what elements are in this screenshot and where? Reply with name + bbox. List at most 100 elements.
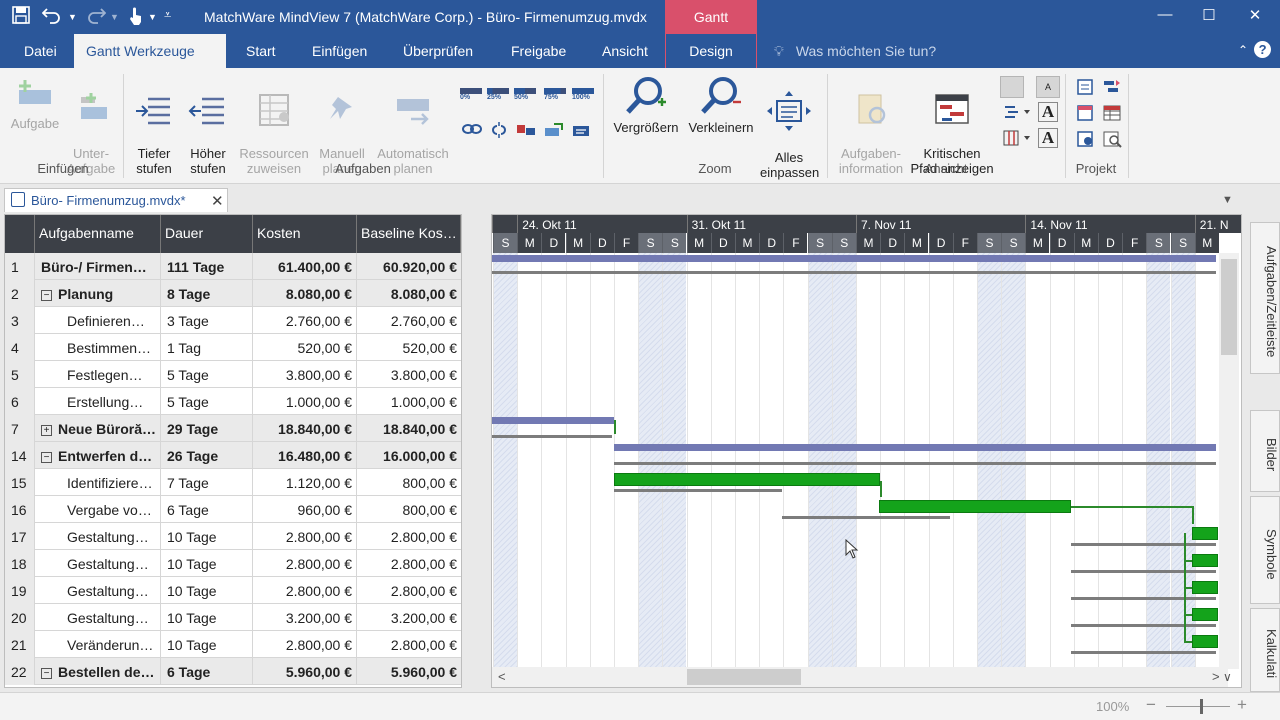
baseline-cost-cell[interactable]: 2.760,00 € [357, 307, 461, 334]
task-name-cell[interactable]: Gestaltung… [35, 523, 161, 550]
baseline-bar[interactable] [492, 271, 1216, 274]
cost-cell[interactable]: 1.000,00 € [253, 388, 357, 415]
duration-cell[interactable]: 8 Tage [161, 280, 253, 307]
task-name-cell[interactable]: Gestaltung… [35, 550, 161, 577]
fit-all-button[interactable]: Alles einpassen [760, 76, 819, 195]
row-number[interactable]: 5 [5, 361, 35, 388]
side-tab-calculation[interactable]: Kalkulati [1250, 608, 1280, 692]
grid-view-toggle[interactable] [1000, 76, 1024, 98]
baseline-cost-cell[interactable]: 520,00 € [357, 334, 461, 361]
row-number[interactable]: 22 [5, 658, 35, 685]
side-tab-symbols[interactable]: Symbole [1250, 496, 1280, 604]
font-a-icon[interactable]: A [1038, 102, 1058, 122]
task-name-cell[interactable]: + Neue Büroră… [35, 415, 161, 442]
task-bar[interactable] [1192, 554, 1218, 567]
baseline-cost-cell[interactable]: 2.800,00 € [357, 631, 461, 658]
minimize-icon[interactable]: — [1150, 6, 1180, 28]
row-number[interactable]: 19 [5, 577, 35, 604]
baseline-bar[interactable] [492, 435, 612, 438]
undo-dropdown-icon[interactable]: ▼ [68, 12, 77, 22]
task-bar[interactable] [614, 473, 880, 486]
project-table-icon[interactable] [1102, 104, 1124, 122]
outline-level-icon[interactable] [1003, 104, 1030, 122]
duration-cell[interactable]: 5 Tage [161, 361, 253, 388]
task-notes-icon[interactable] [572, 122, 594, 140]
baseline-cost-cell[interactable]: 1.000,00 € [357, 388, 461, 415]
zoom-out-button[interactable]: Verkleinern [685, 76, 757, 135]
table-row[interactable]: 21 Veränderun… 10 Tage 2.800,00 €2.800,00 € [5, 631, 461, 658]
progress-100-button[interactable]: 100% [572, 88, 594, 106]
row-number[interactable]: 14 [5, 442, 35, 469]
baseline-bar[interactable] [614, 489, 782, 492]
touch-mode-icon[interactable] [128, 6, 144, 31]
split-task-icon[interactable] [516, 122, 538, 140]
tell-me-search[interactable]: 💡︎ Was möchten Sie tun? [774, 43, 936, 60]
summary-bar[interactable] [492, 417, 614, 424]
document-tab[interactable]: Büro- Firmenumzug.mvdx* ✕ [4, 188, 228, 212]
project-report-icon[interactable] [1102, 130, 1124, 148]
vertical-scroll-thumb[interactable] [1221, 259, 1237, 355]
duration-cell[interactable]: 6 Tage [161, 658, 253, 685]
cost-cell[interactable]: 8.080,00 € [253, 280, 357, 307]
zoom-in-button[interactable]: Vergrößern [608, 76, 684, 135]
task-name-cell[interactable]: Erstellung… [35, 388, 161, 415]
scroll-left-icon[interactable]: < [498, 669, 506, 684]
table-row[interactable]: 1 Büro-/ Firmen… 111 Tage 61.400,00 €60.920… [5, 253, 461, 280]
task-bar[interactable] [1192, 581, 1218, 594]
unlink-tasks-icon[interactable] [489, 122, 511, 140]
row-number[interactable]: 21 [5, 631, 35, 658]
close-icon[interactable]: ✕ [1240, 6, 1270, 28]
baseline-cost-cell[interactable]: 2.800,00 € [357, 523, 461, 550]
table-row[interactable]: 19 Gestaltung… 10 Tage 2.800,00 €2.800,00 € [5, 577, 461, 604]
undo-icon[interactable] [41, 6, 62, 29]
touch-dropdown-icon[interactable]: ▼ [148, 12, 157, 22]
baseline-cost-cell[interactable]: 8.080,00 € [357, 280, 461, 307]
duration-cell[interactable]: 3 Tage [161, 307, 253, 334]
table-row[interactable]: 14− Entwerfen d… 26 Tage 16.480,00 €16.000,… [5, 442, 461, 469]
baseline-bar[interactable] [782, 516, 950, 519]
zoom-slider[interactable] [1166, 706, 1230, 707]
baseline-bar[interactable] [1071, 597, 1216, 600]
task-name-cell[interactable]: Veränderun… [35, 631, 161, 658]
task-name-cell[interactable]: − Entwerfen d… [35, 442, 161, 469]
task-name-cell[interactable]: − Planung [35, 280, 161, 307]
baseline-cost-cell[interactable]: 5.960,00 € [357, 658, 461, 685]
cost-cell[interactable]: 2.800,00 € [253, 577, 357, 604]
duration-cell[interactable]: 10 Tage [161, 550, 253, 577]
baseline-cost-cell[interactable]: 3.800,00 € [357, 361, 461, 388]
cost-cell[interactable]: 16.480,00 € [253, 442, 357, 469]
grid-header-duration[interactable]: Dauer [161, 215, 253, 253]
redo-icon[interactable] [86, 6, 107, 29]
progress-50-button[interactable]: 50% [514, 88, 536, 106]
duration-cell[interactable]: 29 Tage [161, 415, 253, 442]
close-document-icon[interactable]: ✕ [211, 192, 224, 210]
task-bar[interactable] [1192, 608, 1218, 621]
baseline-bar[interactable] [614, 462, 1216, 465]
cost-cell[interactable]: 2.800,00 € [253, 631, 357, 658]
cost-cell[interactable]: 3.800,00 € [253, 361, 357, 388]
project-info-icon[interactable] [1076, 78, 1098, 96]
scroll-right-icon[interactable]: > [1212, 669, 1220, 684]
duration-cell[interactable]: 26 Tage [161, 442, 253, 469]
row-number[interactable]: 7 [5, 415, 35, 442]
tab-einfuegen[interactable]: Einfügen [312, 43, 367, 59]
cost-cell[interactable]: 1.120,00 € [253, 469, 357, 496]
row-number[interactable]: 18 [5, 550, 35, 577]
progress-75-button[interactable]: 75% [544, 88, 566, 106]
collapse-ribbon-icon[interactable]: ⌃ [1238, 43, 1248, 57]
task-bar[interactable] [1192, 635, 1218, 648]
task-name-cell[interactable]: Identifiziere… [35, 469, 161, 496]
customize-qat-icon[interactable]: ⩡ [164, 7, 171, 23]
move-task-icon[interactable] [544, 122, 566, 140]
baseline-cost-cell[interactable]: 16.000,00 € [357, 442, 461, 469]
save-icon[interactable] [12, 6, 30, 29]
summary-bar[interactable] [492, 255, 1216, 262]
table-row[interactable]: 3 Definieren… 3 Tage 2.760,00 €2.760,00 € [5, 307, 461, 334]
tab-start[interactable]: Start [246, 43, 276, 59]
redo-dropdown-icon[interactable]: ▼ [110, 12, 119, 22]
collapse-icon[interactable]: − [41, 452, 52, 463]
baseline-bar[interactable] [1071, 570, 1216, 573]
row-number[interactable]: 6 [5, 388, 35, 415]
duration-cell[interactable]: 111 Tage [161, 253, 253, 280]
table-row[interactable]: 7 + Neue Büroră… 29 Tage 18.840,00 €18.840,0… [5, 415, 461, 442]
